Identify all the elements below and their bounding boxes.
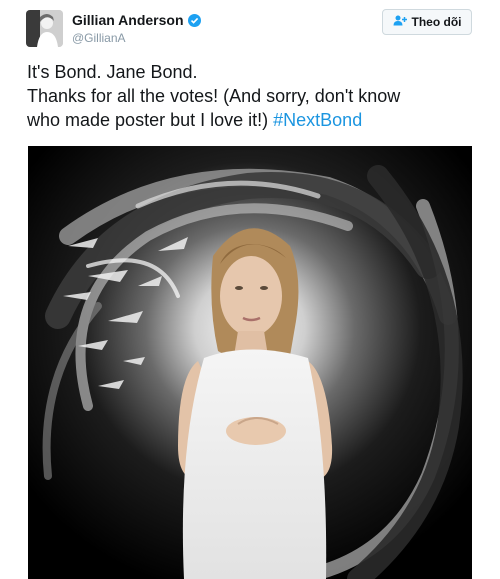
tweet-line-2: Thanks for all the votes! (And sorry, do… bbox=[27, 86, 401, 106]
user-info: Gillian Anderson @GillianA bbox=[72, 12, 201, 45]
tweet-line-3-text: who made poster but I love it!) bbox=[27, 110, 269, 130]
verified-badge-icon bbox=[187, 13, 201, 27]
avatar[interactable] bbox=[26, 10, 63, 47]
add-user-icon bbox=[393, 15, 407, 29]
poster-image bbox=[28, 146, 472, 579]
display-name-text[interactable]: Gillian Anderson bbox=[72, 12, 184, 28]
tweet-line-3: who made poster but I love it!) #NextBon… bbox=[27, 108, 477, 132]
tweet-image[interactable] bbox=[28, 146, 472, 579]
hashtag-link[interactable]: #NextBond bbox=[273, 110, 362, 130]
follow-button-label: Theo dõi bbox=[411, 15, 462, 29]
tweet-line-1: It's Bond. Jane Bond. bbox=[27, 62, 198, 82]
follow-button[interactable]: Theo dõi bbox=[382, 9, 472, 35]
display-name[interactable]: Gillian Anderson bbox=[72, 12, 201, 28]
user-handle[interactable]: @GillianA bbox=[72, 31, 201, 45]
tweet-text: It's Bond. Jane Bond. Thanks for all the… bbox=[27, 60, 477, 132]
